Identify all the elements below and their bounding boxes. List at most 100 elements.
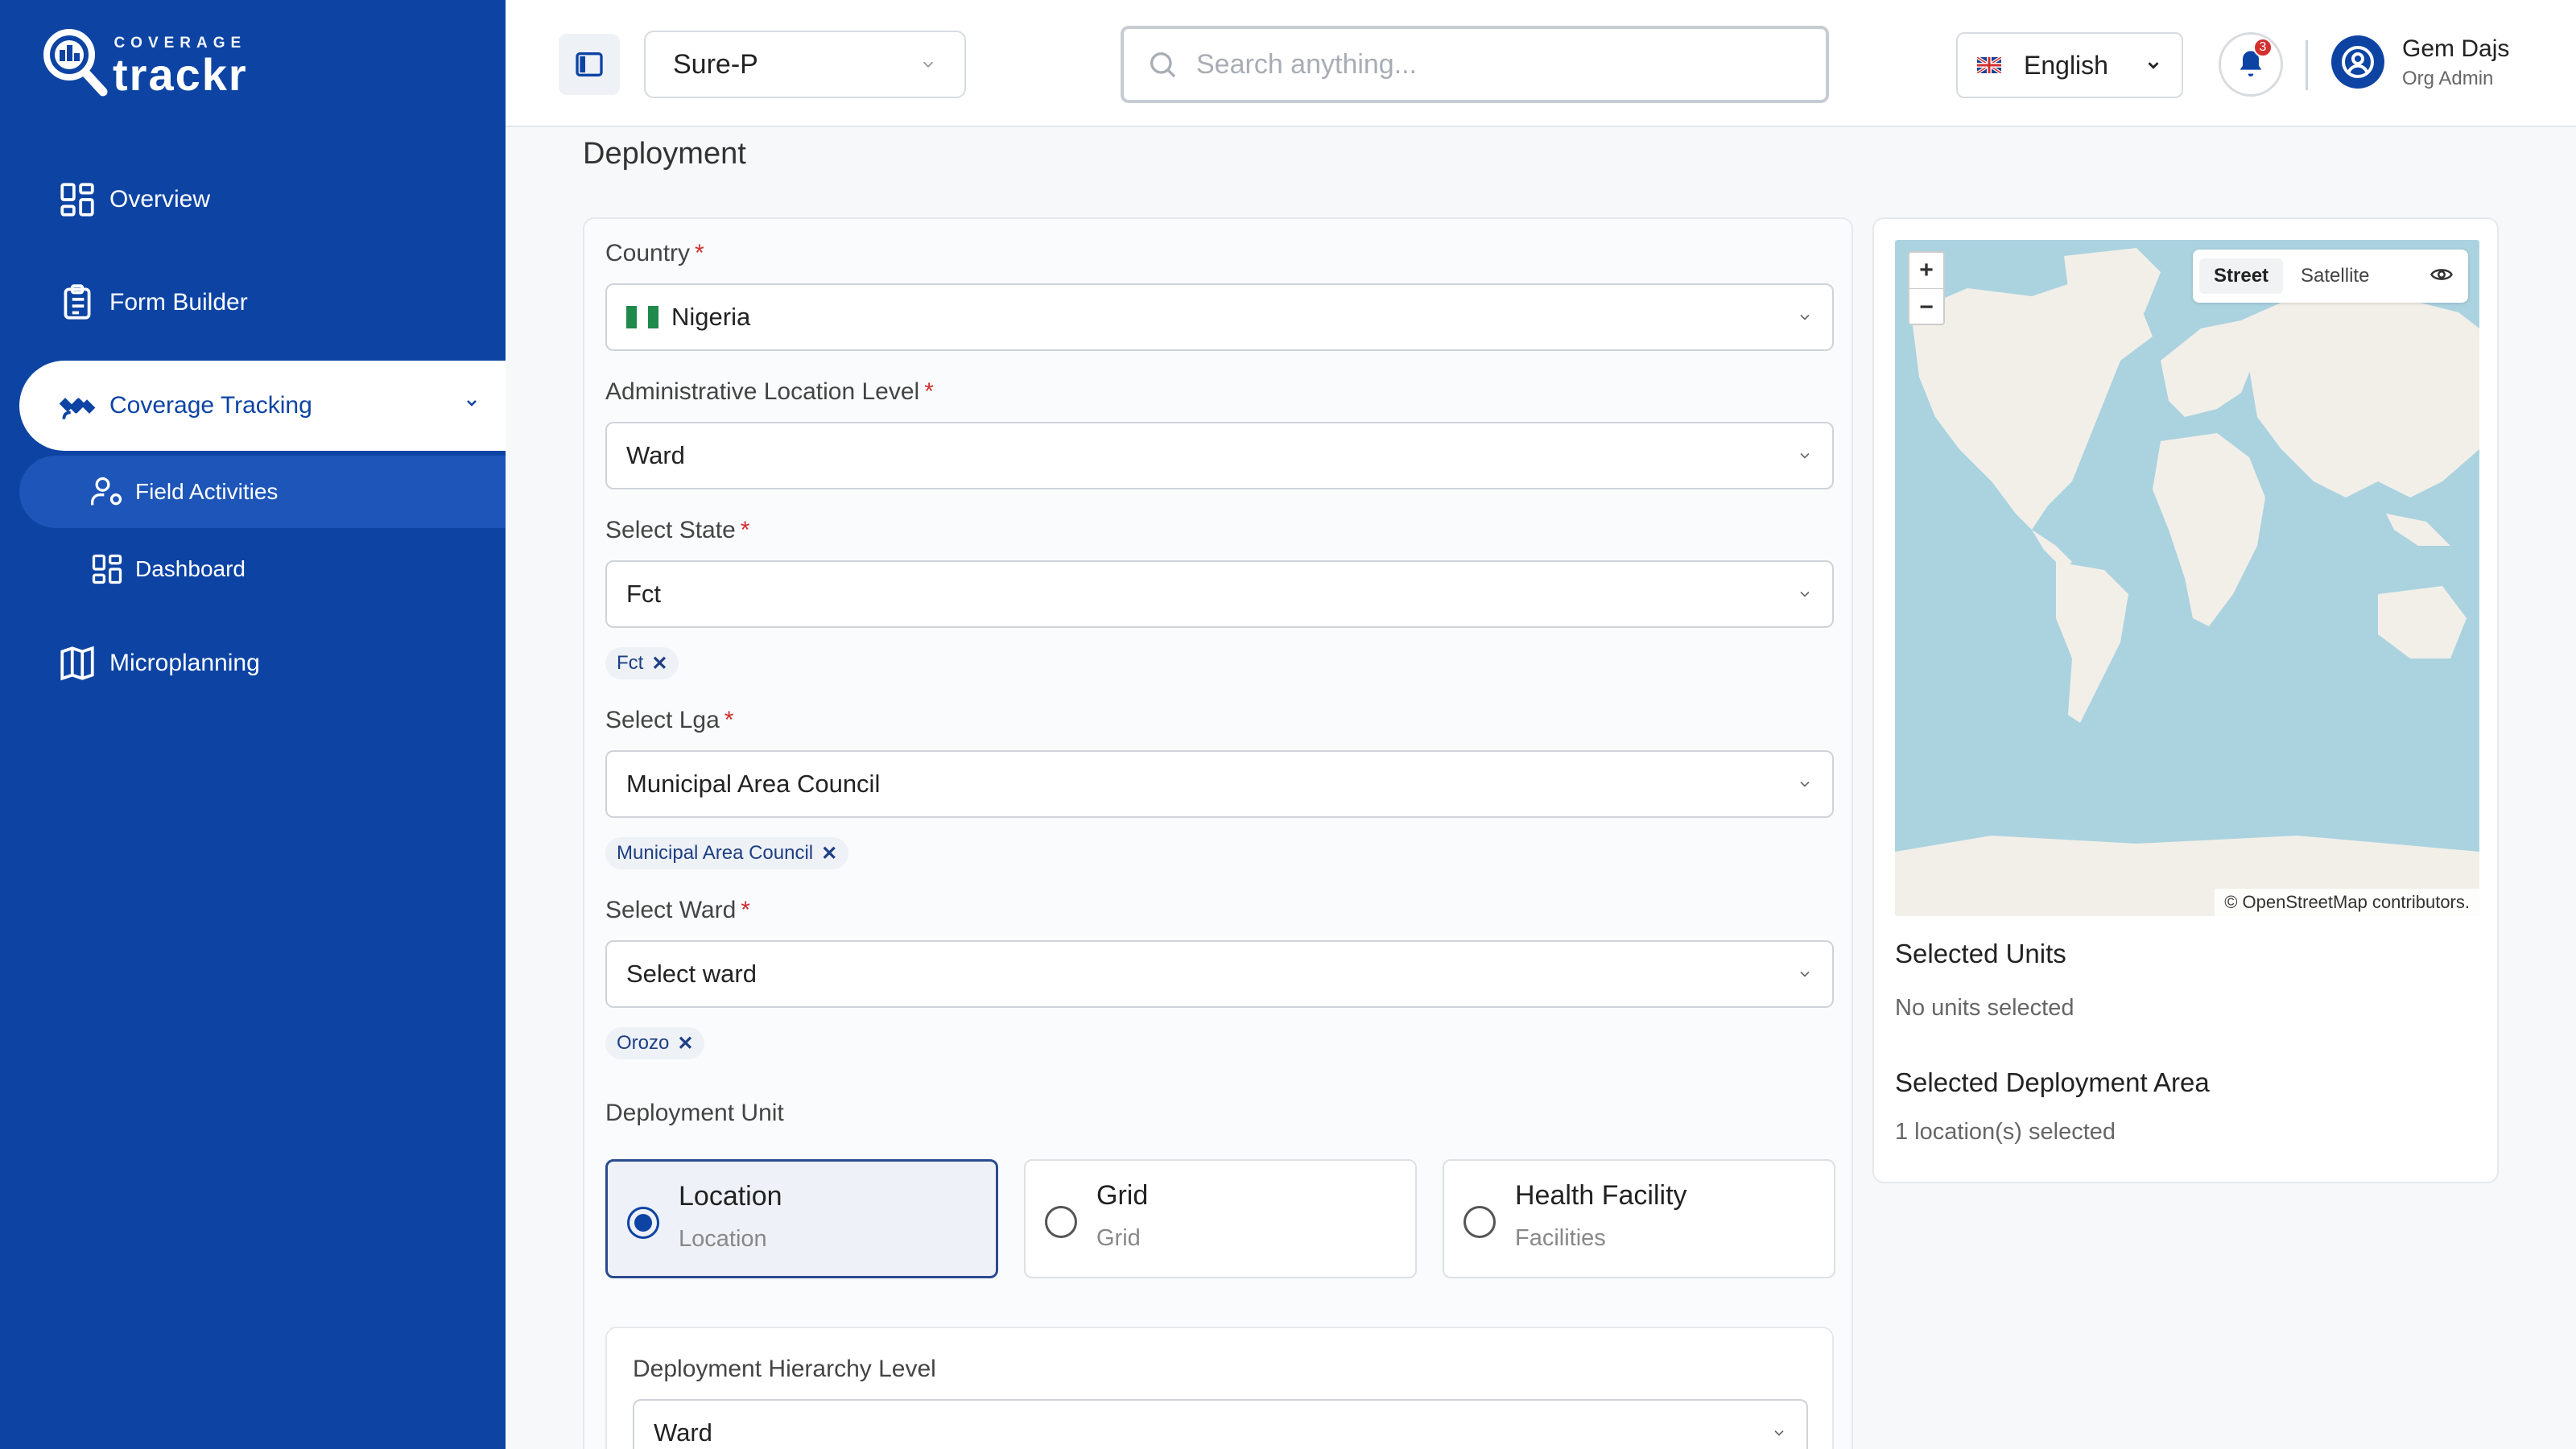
unit-option-title: Location <box>679 1181 782 1212</box>
logo[interactable]: COVERAGE trackr <box>40 26 248 100</box>
sidebar-item-label: Coverage Tracking <box>109 392 312 419</box>
selected-units-text: No units selected <box>1895 995 2074 1021</box>
ward-chip: Orozo ✕ <box>605 1027 705 1059</box>
lga-chip: Municipal Area Council ✕ <box>605 837 849 869</box>
close-icon[interactable]: ✕ <box>677 1032 693 1055</box>
lga-select[interactable]: Municipal Area Council <box>605 750 1834 818</box>
street-view-button[interactable]: Street <box>2199 258 2284 294</box>
user-name: Gem Dajs <box>2402 35 2510 62</box>
hierarchy-label: Deployment Hierarchy Level <box>633 1356 936 1382</box>
state-chip: Fct ✕ <box>605 647 679 679</box>
lga-value: Municipal Area Council <box>626 770 881 798</box>
unit-option-grid[interactable]: Grid Grid <box>1024 1159 1417 1278</box>
chevron-down-icon <box>462 393 481 416</box>
sidebar-item-label: Dashboard <box>135 556 246 581</box>
map-attribution[interactable]: © OpenStreetMap contributors. <box>2215 889 2479 916</box>
logo-small-text: COVERAGE <box>114 35 247 52</box>
project-select-value: Sure-P <box>673 48 758 80</box>
sidebar-item-form-builder[interactable]: Form Builder <box>0 262 506 343</box>
state-label: Select State * <box>605 517 750 543</box>
country-label: Country * <box>605 240 704 266</box>
admin-level-value: Ward <box>626 441 685 469</box>
ward-chip-label: Orozo <box>617 1032 670 1054</box>
unit-option-subtitle: Location <box>679 1226 767 1252</box>
zoom-in-button[interactable]: + <box>1909 253 1943 289</box>
language-value: English <box>2024 50 2108 80</box>
magnifier-globe-icon <box>40 26 111 100</box>
chevron-down-icon <box>1800 314 1810 320</box>
zoom-out-button[interactable]: − <box>1909 289 1943 325</box>
sidebar-item-overview[interactable]: Overview <box>0 159 506 240</box>
chevron-down-icon <box>923 61 934 68</box>
selected-units-title: Selected Units <box>1895 939 2066 968</box>
page-title: Deployment <box>583 137 746 171</box>
lga-label: Select Lga * <box>605 707 734 733</box>
unit-option-location[interactable]: Location Location <box>605 1159 998 1278</box>
search-icon <box>1150 52 1176 78</box>
unit-option-health-facility[interactable]: Health Facility Facilities <box>1443 1159 1835 1278</box>
country-value: Nigeria <box>671 303 751 331</box>
sidebar-item-field-activities[interactable]: Field Activities <box>19 456 506 528</box>
selection-summary-card: + − Street Satellite © OpenStreetMap con… <box>1872 217 2499 1183</box>
sidebar-item-microplanning[interactable]: Microplanning <box>0 623 506 704</box>
unit-option-subtitle: Grid <box>1096 1225 1141 1251</box>
sidebar-toggle-button[interactable] <box>559 34 620 95</box>
chevron-down-icon <box>1800 971 1810 977</box>
country-select[interactable]: Nigeria <box>605 283 1834 351</box>
language-select[interactable]: English <box>1956 32 2183 98</box>
user-role: Org Admin <box>2402 68 2494 89</box>
admin-level-select[interactable]: Ward <box>605 422 1834 489</box>
sidebar-item-dashboard[interactable]: Dashboard <box>19 533 506 605</box>
logo-big-text: trackr <box>113 49 248 100</box>
unit-option-subtitle: Facilities <box>1515 1225 1606 1251</box>
zoom-controls: + − <box>1908 251 1945 325</box>
map-icon <box>56 642 98 684</box>
chevron-down-icon <box>1800 452 1810 459</box>
sidebar-toggle-icon <box>576 52 603 76</box>
ward-value: Select ward <box>626 960 757 988</box>
hierarchy-card: Deployment Hierarchy Level Ward <box>605 1327 1834 1449</box>
unit-option-title: Health Facility <box>1515 1180 1687 1211</box>
chevron-down-icon <box>1774 1430 1784 1436</box>
sidebar-item-label: Overview <box>109 186 211 213</box>
header-divider <box>2306 40 2308 90</box>
state-select[interactable]: Fct <box>605 560 1834 628</box>
project-select[interactable]: Sure-P <box>644 31 966 98</box>
hierarchy-select[interactable]: Ward <box>633 1399 1808 1449</box>
uk-flag-icon <box>1977 57 2001 73</box>
grid-icon <box>56 179 98 221</box>
deployment-form: Country * Nigeria Administrative Location… <box>583 217 1853 1449</box>
satellite-view-button[interactable]: Satellite <box>2286 258 2384 294</box>
radio-button[interactable] <box>1045 1206 1077 1238</box>
dashboard-icon <box>89 551 126 588</box>
notification-badge: 3 <box>2253 38 2273 57</box>
chevron-down-icon <box>1800 591 1810 597</box>
map-type-toggle: Street Satellite <box>2193 250 2468 303</box>
sidebar-item-coverage-tracking[interactable]: Coverage Tracking <box>19 361 506 451</box>
avatar[interactable] <box>2331 35 2384 89</box>
close-icon[interactable]: ✕ <box>651 652 667 675</box>
eye-icon[interactable] <box>2429 262 2454 291</box>
unit-option-title: Grid <box>1096 1180 1149 1211</box>
radio-button[interactable] <box>627 1207 659 1239</box>
close-icon[interactable]: ✕ <box>821 842 837 865</box>
selected-area-title: Selected Deployment Area <box>1895 1067 2210 1097</box>
top-header: Sure-P Search anything... English 3 Gem … <box>506 0 2576 127</box>
notifications-button[interactable]: 3 <box>2219 32 2283 97</box>
admin-level-label: Administrative Location Level * <box>605 378 934 405</box>
user-gear-icon <box>89 473 126 510</box>
lga-chip-label: Municipal Area Council <box>617 842 814 864</box>
deployment-unit-label: Deployment Unit <box>605 1100 784 1126</box>
ward-select[interactable]: Select ward <box>605 940 1834 1008</box>
radio-button[interactable] <box>1463 1206 1496 1238</box>
world-map <box>1895 240 2479 916</box>
search-input[interactable]: Search anything... <box>1121 26 1829 103</box>
hierarchy-value: Ward <box>654 1418 712 1447</box>
search-placeholder: Search anything... <box>1196 48 1418 80</box>
sidebar-item-label: Form Builder <box>109 289 248 316</box>
map-view[interactable]: + − Street Satellite © OpenStreetMap con… <box>1895 240 2479 916</box>
state-chip-label: Fct <box>617 652 644 674</box>
sidebar-item-label: Field Activities <box>135 479 279 504</box>
user-circle-icon <box>2342 46 2374 78</box>
state-value: Fct <box>626 580 662 608</box>
